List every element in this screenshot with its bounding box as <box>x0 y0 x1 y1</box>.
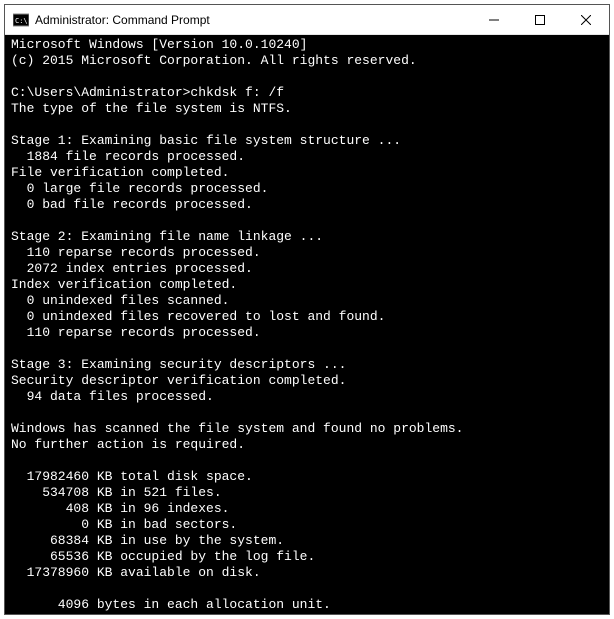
console-line: 0 large file records processed. <box>11 181 603 197</box>
console-line: File verification completed. <box>11 165 603 181</box>
titlebar[interactable]: C:\ Administrator: Command Prompt <box>5 5 609 35</box>
console-line: 94 data files processed. <box>11 389 603 405</box>
command-prompt-window: C:\ Administrator: Command Prompt Micros… <box>4 4 610 615</box>
svg-text:C:\: C:\ <box>15 17 28 25</box>
close-button[interactable] <box>563 5 609 34</box>
console-line <box>11 341 603 357</box>
console-line: Microsoft Windows [Version 10.0.10240] <box>11 37 603 53</box>
console-line: 0 unindexed files recovered to lost and … <box>11 309 603 325</box>
console-line: 534708 KB in 521 files. <box>11 485 603 501</box>
cmd-icon: C:\ <box>13 12 29 28</box>
console-line: Stage 1: Examining basic file system str… <box>11 133 603 149</box>
console-line: 408 KB in 96 indexes. <box>11 501 603 517</box>
console-line: 110 reparse records processed. <box>11 245 603 261</box>
console-line <box>11 453 603 469</box>
console-line <box>11 213 603 229</box>
minimize-button[interactable] <box>471 5 517 34</box>
console-line: Stage 3: Examining security descriptors … <box>11 357 603 373</box>
console-line: Security descriptor verification complet… <box>11 373 603 389</box>
console-line: (c) 2015 Microsoft Corporation. All righ… <box>11 53 603 69</box>
console-line: 17982460 KB total disk space. <box>11 469 603 485</box>
console-line: 68384 KB in use by the system. <box>11 533 603 549</box>
console-line: 1884 file records processed. <box>11 149 603 165</box>
console-line: 0 KB in bad sectors. <box>11 517 603 533</box>
console-line: C:\Users\Administrator>chkdsk f: /f <box>11 85 603 101</box>
console-line <box>11 117 603 133</box>
console-line: The type of the file system is NTFS. <box>11 101 603 117</box>
console-line: No further action is required. <box>11 437 603 453</box>
console-output[interactable]: Microsoft Windows [Version 10.0.10240](c… <box>5 35 609 614</box>
console-line: Stage 2: Examining file name linkage ... <box>11 229 603 245</box>
console-line: 2072 index entries processed. <box>11 261 603 277</box>
console-line <box>11 581 603 597</box>
window-controls <box>471 5 609 34</box>
console-line: 0 unindexed files scanned. <box>11 293 603 309</box>
console-line: Index verification completed. <box>11 277 603 293</box>
console-line: 110 reparse records processed. <box>11 325 603 341</box>
console-line: 0 bad file records processed. <box>11 197 603 213</box>
window-title: Administrator: Command Prompt <box>35 13 471 27</box>
maximize-button[interactable] <box>517 5 563 34</box>
console-line: 4096 bytes in each allocation unit. <box>11 597 603 613</box>
console-line: Windows has scanned the file system and … <box>11 421 603 437</box>
console-line: 17378960 KB available on disk. <box>11 565 603 581</box>
console-line <box>11 405 603 421</box>
console-line: 65536 KB occupied by the log file. <box>11 549 603 565</box>
console-line <box>11 69 603 85</box>
